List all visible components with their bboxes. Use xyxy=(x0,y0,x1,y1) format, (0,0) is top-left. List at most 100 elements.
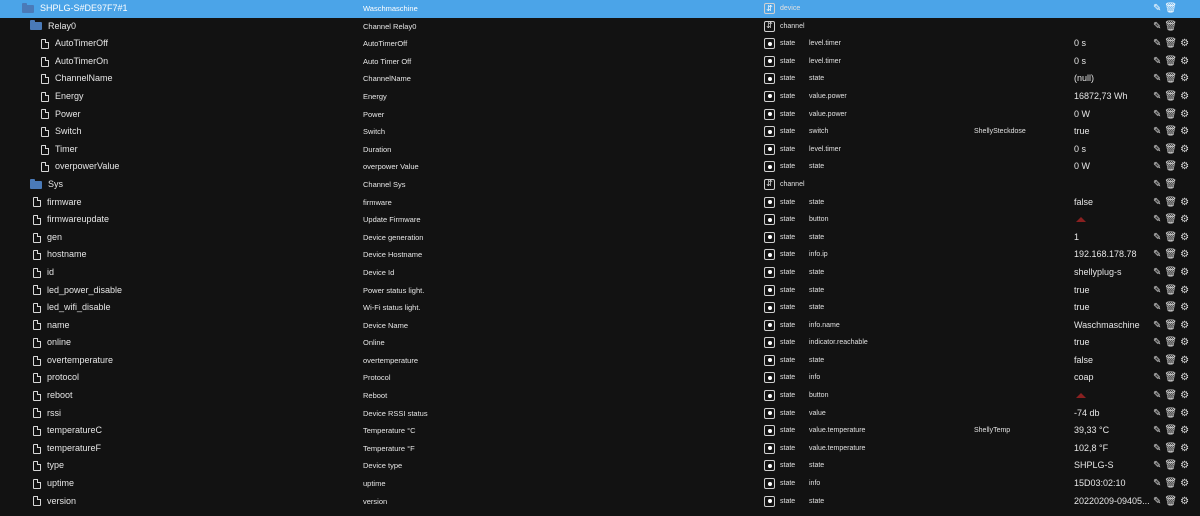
gear-icon[interactable]: ⚙ xyxy=(1180,35,1189,53)
edit-icon[interactable]: ✎ xyxy=(1153,70,1161,88)
edit-icon[interactable]: ✎ xyxy=(1153,369,1161,387)
trash-icon[interactable]: 🗑 xyxy=(1164,493,1177,511)
trash-icon[interactable]: 🗑 xyxy=(1164,106,1177,124)
edit-icon[interactable]: ✎ xyxy=(1153,352,1161,370)
edit-icon[interactable]: ✎ xyxy=(1153,422,1161,440)
edit-icon[interactable]: ✎ xyxy=(1153,53,1161,71)
gear-icon[interactable]: ⚙ xyxy=(1180,141,1189,159)
gear-icon[interactable]: ⚙ xyxy=(1180,440,1189,458)
trash-icon[interactable]: 🗑 xyxy=(1164,440,1177,458)
trash-icon[interactable]: 🗑 xyxy=(1164,176,1177,194)
edit-icon[interactable]: ✎ xyxy=(1153,387,1161,405)
edit-icon[interactable]: ✎ xyxy=(1153,211,1161,229)
tree-row[interactable]: Timer Duration state level.timer 0 s ✎ 🗑 ⚙ xyxy=(0,141,1200,159)
tree-row[interactable]: reboot Reboot state button ✎ 🗑 ⚙ xyxy=(0,387,1200,405)
tree-row[interactable]: protocol Protocol state info coap ✎ 🗑 ⚙ xyxy=(0,369,1200,387)
tree-row[interactable]: hostname Device Hostname state info.ip 192.1… xyxy=(0,246,1200,264)
gear-icon[interactable]: ⚙ xyxy=(1180,70,1189,88)
tree-row[interactable]: ChannelName ChannelName state state (null) ✎ 🗑… xyxy=(0,70,1200,88)
trash-icon[interactable]: 🗑 xyxy=(1164,422,1177,440)
trash-icon[interactable]: 🗑 xyxy=(1164,141,1177,159)
trash-icon[interactable]: 🗑 xyxy=(1164,211,1177,229)
tree-row[interactable]: Power Power state value.power 0 W ✎ 🗑 ⚙ xyxy=(0,106,1200,124)
gear-icon[interactable]: ⚙ xyxy=(1180,123,1189,141)
trash-icon[interactable]: 🗑 xyxy=(1164,18,1177,36)
edit-icon[interactable]: ✎ xyxy=(1153,475,1161,493)
edit-icon[interactable]: ✎ xyxy=(1153,106,1161,124)
gear-icon[interactable]: ⚙ xyxy=(1180,211,1189,229)
gear-icon[interactable]: ⚙ xyxy=(1180,106,1189,124)
gear-icon[interactable]: ⚙ xyxy=(1180,246,1189,264)
button-trigger-icon[interactable] xyxy=(1076,393,1086,399)
gear-icon[interactable]: ⚙ xyxy=(1180,229,1189,247)
tree-row[interactable]: Switch Switch state switch ShellySteckdose tr… xyxy=(0,123,1200,141)
trash-icon[interactable]: 🗑 xyxy=(1164,158,1177,176)
edit-icon[interactable]: ✎ xyxy=(1153,317,1161,335)
tree-row[interactable]: rssi Device RSSI status state value -74 db ✎ 🗑… xyxy=(0,405,1200,423)
gear-icon[interactable]: ⚙ xyxy=(1180,317,1189,335)
edit-icon[interactable]: ✎ xyxy=(1153,405,1161,423)
tree-row[interactable]: type Device type state state SHPLG-S ✎ 🗑 ⚙ xyxy=(0,457,1200,475)
button-trigger-icon[interactable] xyxy=(1076,217,1086,223)
edit-icon[interactable]: ✎ xyxy=(1153,334,1161,352)
edit-icon[interactable]: ✎ xyxy=(1153,440,1161,458)
edit-icon[interactable]: ✎ xyxy=(1153,299,1161,317)
gear-icon[interactable]: ⚙ xyxy=(1180,88,1189,106)
gear-icon[interactable]: ⚙ xyxy=(1180,457,1189,475)
tree-row[interactable]: firmwareupdate Update Firmware state button… xyxy=(0,211,1200,229)
gear-icon[interactable]: ⚙ xyxy=(1180,158,1189,176)
gear-icon[interactable]: ⚙ xyxy=(1180,369,1189,387)
gear-icon[interactable]: ⚙ xyxy=(1180,53,1189,71)
trash-icon[interactable]: 🗑 xyxy=(1164,123,1177,141)
trash-icon[interactable]: 🗑 xyxy=(1164,264,1177,282)
edit-icon[interactable]: ✎ xyxy=(1153,457,1161,475)
tree-row[interactable]: SHPLG-S#DE97F7#1 Waschmaschine ⇵ device ✎ 🗑 xyxy=(0,0,1200,18)
edit-icon[interactable]: ✎ xyxy=(1153,282,1161,300)
trash-icon[interactable]: 🗑 xyxy=(1164,317,1177,335)
edit-icon[interactable]: ✎ xyxy=(1153,246,1161,264)
edit-icon[interactable]: ✎ xyxy=(1153,176,1161,194)
gear-icon[interactable]: ⚙ xyxy=(1180,264,1189,282)
gear-icon[interactable]: ⚙ xyxy=(1180,194,1189,212)
tree-row[interactable]: name Device Name state info.name Waschmaschi… xyxy=(0,317,1200,335)
gear-icon[interactable]: ⚙ xyxy=(1180,334,1189,352)
tree-row[interactable]: AutoTimerOff AutoTimerOff state level.timer… xyxy=(0,35,1200,53)
trash-icon[interactable]: 🗑 xyxy=(1164,352,1177,370)
edit-icon[interactable]: ✎ xyxy=(1153,229,1161,247)
gear-icon[interactable]: ⚙ xyxy=(1180,352,1189,370)
edit-icon[interactable]: ✎ xyxy=(1153,264,1161,282)
trash-icon[interactable]: 🗑 xyxy=(1164,282,1177,300)
trash-icon[interactable]: 🗑 xyxy=(1164,299,1177,317)
tree-row[interactable]: led_power_disable Power status light. stat… xyxy=(0,282,1200,300)
edit-icon[interactable]: ✎ xyxy=(1153,141,1161,159)
tree-row[interactable]: firmware firmware state state false ✎ 🗑 ⚙ xyxy=(0,194,1200,212)
tree-row[interactable]: temperatureF Temperature °F state value.tem… xyxy=(0,440,1200,458)
tree-row[interactable]: led_wifi_disable Wi-Fi status light. state… xyxy=(0,299,1200,317)
trash-icon[interactable]: 🗑 xyxy=(1164,53,1177,71)
edit-icon[interactable]: ✎ xyxy=(1153,123,1161,141)
edit-icon[interactable]: ✎ xyxy=(1153,88,1161,106)
tree-row[interactable]: Relay0 Channel Relay0 ⇵ channel ✎ 🗑 xyxy=(0,18,1200,36)
trash-icon[interactable]: 🗑 xyxy=(1164,0,1177,18)
gear-icon[interactable]: ⚙ xyxy=(1180,387,1189,405)
gear-icon[interactable]: ⚙ xyxy=(1180,475,1189,493)
tree-row[interactable]: AutoTimerOn Auto Timer Off state level.time… xyxy=(0,53,1200,71)
tree-row[interactable]: Energy Energy state value.power 16872,73 Wh ✎… xyxy=(0,88,1200,106)
gear-icon[interactable]: ⚙ xyxy=(1180,422,1189,440)
trash-icon[interactable]: 🗑 xyxy=(1164,194,1177,212)
edit-icon[interactable]: ✎ xyxy=(1153,194,1161,212)
gear-icon[interactable]: ⚙ xyxy=(1180,282,1189,300)
trash-icon[interactable]: 🗑 xyxy=(1164,369,1177,387)
trash-icon[interactable]: 🗑 xyxy=(1164,405,1177,423)
edit-icon[interactable]: ✎ xyxy=(1153,18,1161,36)
tree-row[interactable]: Sys Channel Sys ⇵ channel ✎ 🗑 xyxy=(0,176,1200,194)
tree-row[interactable]: overtemperature overtemperature state state… xyxy=(0,352,1200,370)
edit-icon[interactable]: ✎ xyxy=(1153,158,1161,176)
gear-icon[interactable]: ⚙ xyxy=(1180,493,1189,511)
tree-row[interactable]: uptime uptime state info 15D03:02:10 ✎ 🗑 ⚙ xyxy=(0,475,1200,493)
tree-row[interactable]: temperatureC Temperature °C state value.tem… xyxy=(0,422,1200,440)
trash-icon[interactable]: 🗑 xyxy=(1164,70,1177,88)
tree-row[interactable]: gen Device generation state state 1 ✎ 🗑 ⚙ xyxy=(0,229,1200,247)
edit-icon[interactable]: ✎ xyxy=(1153,35,1161,53)
edit-icon[interactable]: ✎ xyxy=(1153,493,1161,511)
